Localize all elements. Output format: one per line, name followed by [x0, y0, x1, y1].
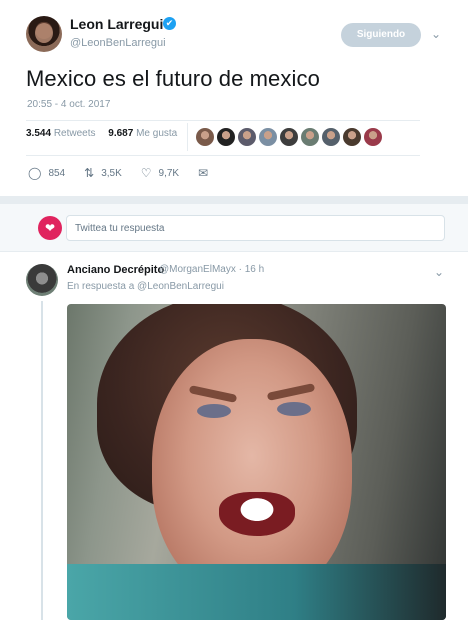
liker-avatar[interactable]	[280, 128, 298, 146]
reply-composer: ❤ Twittea tu respuesta	[0, 204, 468, 252]
divider	[187, 123, 188, 151]
photo-mouth	[219, 492, 295, 536]
photo-eye	[277, 402, 311, 416]
likes-count[interactable]: 9.687	[108, 128, 133, 139]
liker-avatar[interactable]	[364, 128, 382, 146]
retweet-icon: ⇅	[84, 166, 95, 180]
thread-line	[41, 301, 43, 620]
reply-button[interactable]: ◯ 854	[28, 166, 65, 180]
tweet-text: Mexico es el futuro de mexico	[26, 66, 320, 91]
retweet-button[interactable]: ⇅ 3,5K	[84, 166, 122, 180]
verified-icon: ✔	[163, 17, 176, 30]
author-avatar[interactable]	[26, 16, 62, 52]
like-count: 9,7K	[158, 167, 180, 179]
photo-eye	[197, 404, 231, 418]
direct-message-button[interactable]: ✉	[198, 166, 215, 180]
liker-avatar[interactable]	[322, 128, 340, 146]
chevron-down-icon[interactable]: ⌄	[431, 27, 441, 41]
reply-author-meta[interactable]: @MorganElMayx · 16 h	[159, 264, 264, 275]
liker-avatar[interactable]	[238, 128, 256, 146]
in-reply-prefix: En respuesta a	[67, 281, 135, 292]
liker-avatar[interactable]	[259, 128, 277, 146]
tweet-stats: 3.544 Retweets 9.687 Me gusta	[26, 128, 187, 139]
author-handle[interactable]: @LeonBenLarregui	[70, 37, 166, 49]
main-tweet: Leon Larregui ✔ @LeonBenLarregui Siguien…	[0, 0, 468, 196]
reply-photo[interactable]	[67, 304, 446, 620]
photo-shirt	[67, 564, 446, 620]
user-avatar[interactable]: ❤	[38, 216, 62, 240]
heart-icon: ♡	[140, 166, 152, 180]
tweet-timestamp[interactable]: 20:55 - 4 oct. 2017	[27, 99, 110, 110]
liker-avatar[interactable]	[217, 128, 235, 146]
like-button[interactable]: ♡ 9,7K	[141, 166, 179, 180]
in-reply-to: En respuesta a @LeonBenLarregui	[67, 281, 224, 292]
reply-author-name[interactable]: Anciano Decrépito	[67, 264, 164, 276]
liker-avatar[interactable]	[343, 128, 361, 146]
liker-avatars	[196, 128, 382, 148]
retweets-count[interactable]: 3.544	[26, 128, 51, 139]
reply-input[interactable]: Twittea tu respuesta	[66, 215, 445, 241]
following-button[interactable]: Siguiendo	[341, 23, 421, 47]
chevron-down-icon[interactable]: ⌄	[434, 265, 444, 279]
divider	[26, 155, 420, 156]
reply-author-avatar[interactable]	[26, 264, 58, 296]
liker-avatar[interactable]	[196, 128, 214, 146]
in-reply-handle[interactable]: @LeonBenLarregui	[137, 281, 224, 292]
likes-label[interactable]: Me gusta	[136, 128, 177, 139]
photo-face	[152, 339, 352, 599]
liker-avatar[interactable]	[301, 128, 319, 146]
section-gap	[0, 196, 468, 204]
reply-tweet: Anciano Decrépito @MorganElMayx · 16 h E…	[0, 253, 468, 620]
envelope-icon: ✉	[198, 166, 209, 180]
author-name[interactable]: Leon Larregui	[70, 16, 163, 32]
retweets-label[interactable]: Retweets	[54, 128, 96, 139]
divider	[26, 120, 420, 121]
tweet-actions: ◯ 854 ⇅ 3,5K ♡ 9,7K ✉	[28, 166, 234, 180]
reply-count: 854	[48, 167, 66, 179]
retweet-count: 3,5K	[101, 167, 122, 179]
reply-icon: ◯	[28, 166, 42, 180]
